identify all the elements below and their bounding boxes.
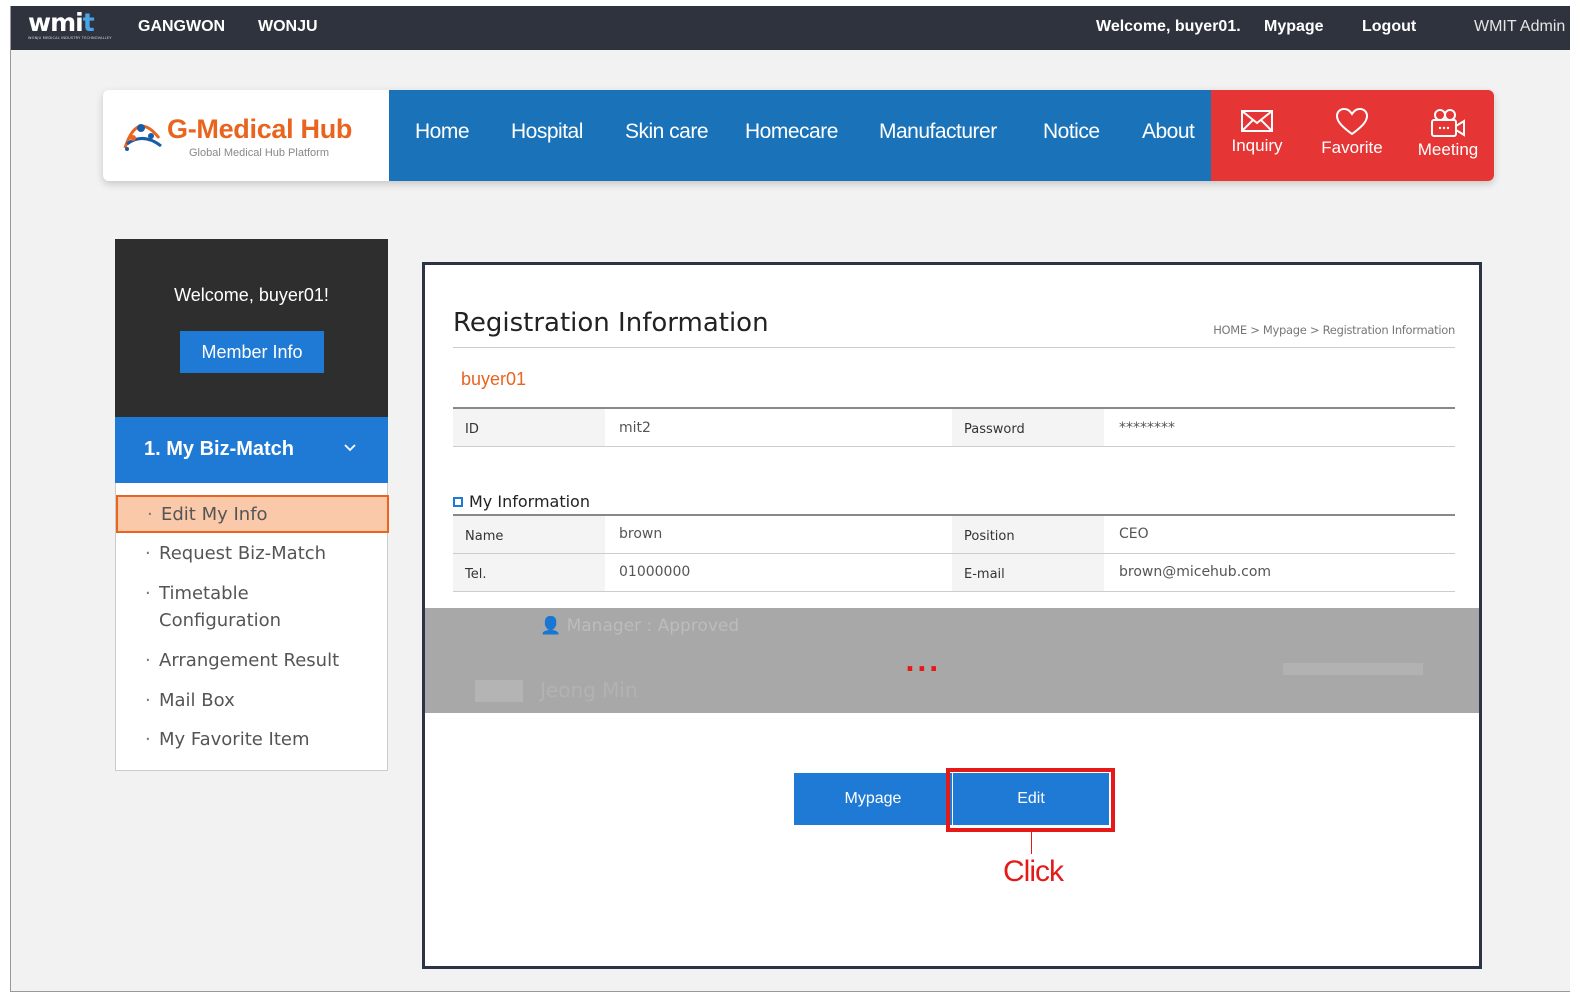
- sidebar-item-label: My Favorite Item: [159, 729, 310, 750]
- meeting-button[interactable]: Meeting: [1408, 108, 1488, 160]
- name-label: Name: [465, 529, 504, 544]
- brand-logo[interactable]: G-Medical Hub Global Medical Hub Platfor…: [103, 90, 389, 181]
- chevron-down-icon: [344, 444, 356, 452]
- click-callout: Click: [1003, 855, 1064, 888]
- medical-hub-logo-icon: [123, 124, 162, 151]
- title-divider: [453, 347, 1455, 348]
- main-nav: Home Hospital Skin care Homecare Manufac…: [389, 90, 1211, 181]
- nav-hospital[interactable]: Hospital: [511, 120, 583, 144]
- info-row-border: [453, 553, 1455, 554]
- account-username: buyer01: [461, 369, 527, 389]
- main-content: Registration Information HOME > Mypage >…: [422, 262, 1482, 969]
- bullet: ·: [145, 650, 151, 671]
- edit-button-highlight: [946, 768, 1115, 832]
- favorite-label: Favorite: [1321, 138, 1383, 157]
- nav-home[interactable]: Home: [415, 120, 470, 144]
- nav-homecare[interactable]: Homecare: [745, 120, 838, 144]
- sidebar-item-label: Edit My Info: [161, 504, 268, 525]
- bullet: ·: [145, 729, 151, 750]
- nav-notice[interactable]: Notice: [1043, 120, 1100, 144]
- sidebar-menu: · Edit My Info · Request Biz-Match · Tim…: [115, 483, 389, 771]
- sidebar-profile: Welcome, buyer01! Member Info: [115, 239, 388, 417]
- bullet: ·: [147, 504, 153, 525]
- sidebar-category-my-biz-match[interactable]: 1. My Biz-Match: [115, 417, 388, 483]
- sidebar-welcome: Welcome, buyer01!: [174, 285, 329, 305]
- faded-photo: [475, 680, 523, 702]
- heart-icon: [1335, 108, 1369, 136]
- name-value: brown: [619, 526, 663, 542]
- email-label: E-mail: [964, 567, 1005, 582]
- nav-manufacturer[interactable]: Manufacturer: [879, 120, 997, 144]
- id-label: ID: [465, 422, 479, 437]
- inquiry-label: Inquiry: [1231, 136, 1283, 155]
- region-wonju[interactable]: WONJU: [258, 18, 318, 36]
- logout-link[interactable]: Logout: [1362, 18, 1416, 36]
- browser-frame: wmit WONJU MEDICAL INDUSTRY TECHNOVALLEY…: [10, 6, 1570, 992]
- sidebar-item-label: Mail Box: [159, 690, 235, 711]
- table-row-border: [453, 446, 1455, 447]
- sidebar-item-label: Arrangement Result: [159, 650, 340, 671]
- email-value: brown@micehub.com: [1119, 564, 1272, 580]
- password-value: ********: [1119, 420, 1175, 436]
- sidebar-item-edit-my-info[interactable]: · Edit My Info: [116, 495, 389, 533]
- position-label: Position: [964, 529, 1015, 544]
- sidebar-item-my-favorite-item[interactable]: · My Favorite Item: [116, 726, 389, 753]
- sidebar-item-label: Timetable Configuration: [159, 583, 282, 631]
- top-bar: wmit WONJU MEDICAL INDUSTRY TECHNOVALLEY…: [11, 6, 1570, 50]
- breadcrumb: HOME > Mypage > Registration Information: [1213, 323, 1455, 337]
- position-value: CEO: [1119, 526, 1149, 542]
- brand-name: G-Medical Hub: [167, 114, 353, 144]
- tel-label: Tel.: [465, 567, 487, 582]
- sidebar-item-mail-box[interactable]: · Mail Box: [116, 687, 389, 714]
- id-value: mit2: [619, 420, 651, 436]
- welcome-text: Welcome, buyer01.: [1096, 18, 1241, 35]
- admin-link[interactable]: WMIT Admin: [1474, 18, 1565, 36]
- section-heading-label: My Information: [469, 492, 590, 511]
- password-label: Password: [964, 422, 1025, 437]
- brand-subtitle: Global Medical Hub Platform: [189, 147, 330, 159]
- sidebar-item-timetable-configuration[interactable]: · Timetable Configuration: [116, 580, 336, 634]
- nav-about[interactable]: About: [1142, 120, 1195, 144]
- region-gangwon[interactable]: GANGWON: [138, 18, 225, 36]
- faded-manager-text: Manager : Approved: [566, 616, 740, 636]
- info-table-bottom-border: [453, 591, 1455, 592]
- bullet: ·: [145, 583, 151, 604]
- callout-line: [1031, 832, 1032, 854]
- faded-manager-name: Jeong Min: [540, 678, 638, 702]
- meeting-label: Meeting: [1417, 140, 1479, 159]
- omitted-section-overlay: 👤 Manager : Approved Jeong Min ...: [425, 608, 1479, 713]
- nav-skin-care[interactable]: Skin care: [625, 120, 709, 144]
- video-camera-icon: [1431, 109, 1465, 137]
- mypage-button[interactable]: Mypage: [794, 773, 952, 825]
- bullet: ·: [145, 543, 151, 564]
- sidebar-item-label: Request Biz-Match: [159, 543, 327, 564]
- section-square-icon: [453, 497, 463, 507]
- faded-manager-heading: 👤 Manager : Approved: [540, 616, 740, 636]
- wmit-logo-text: wmit: [28, 8, 95, 37]
- page-title: Registration Information: [453, 308, 769, 338]
- header-actions: Inquiry Favorite Meeting: [1211, 90, 1494, 181]
- mypage-link[interactable]: Mypage: [1264, 18, 1324, 36]
- tel-value: 01000000: [619, 564, 691, 580]
- member-info-button[interactable]: Member Info: [180, 331, 324, 373]
- favorite-button[interactable]: Favorite: [1312, 108, 1392, 158]
- omission-ellipsis: ...: [905, 648, 941, 678]
- wmit-logo[interactable]: wmit WONJU MEDICAL INDUSTRY TECHNOVALLEY: [28, 10, 114, 46]
- site-header: G-Medical Hub Global Medical Hub Platfor…: [103, 90, 1494, 181]
- bullet: ·: [145, 690, 151, 711]
- sidebar-item-arrangement-result[interactable]: · Arrangement Result: [116, 647, 389, 674]
- wmit-logo-tagline: WONJU MEDICAL INDUSTRY TECHNOVALLEY: [28, 36, 112, 40]
- my-information-heading: My Information: [453, 492, 590, 511]
- sidebar-category-label: 1. My Biz-Match: [144, 438, 295, 460]
- faded-text-block: [1283, 663, 1423, 675]
- envelope-icon: [1241, 110, 1273, 132]
- inquiry-button[interactable]: Inquiry: [1217, 108, 1297, 156]
- sidebar-item-request-biz-match[interactable]: · Request Biz-Match: [116, 540, 389, 567]
